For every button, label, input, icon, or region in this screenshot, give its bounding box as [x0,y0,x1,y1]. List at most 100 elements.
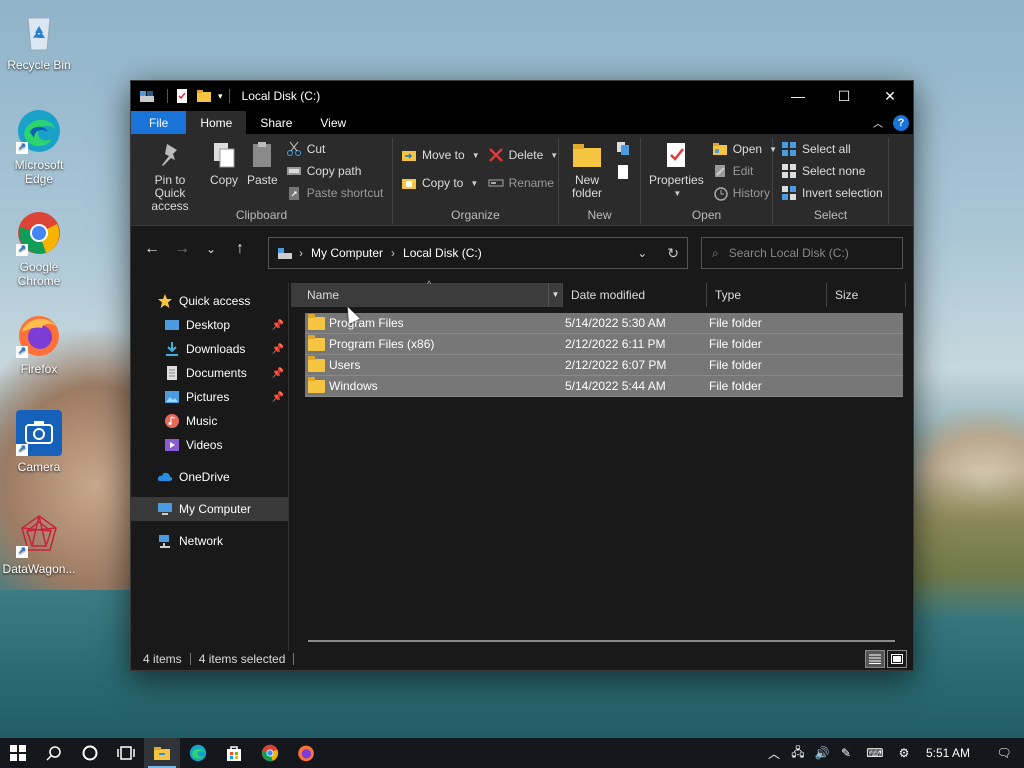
new-folder-button[interactable]: New folder [563,138,611,202]
paste-button[interactable]: Paste [243,138,282,189]
tab-home[interactable]: Home [186,111,247,134]
show-hidden-icons-chevron-icon[interactable]: ︿ [762,745,786,762]
nav-label: OneDrive [179,470,230,484]
select-none-button[interactable]: Select none [781,162,883,180]
large-icons-view-button[interactable] [887,650,907,668]
minimize-button[interactable]: — [775,81,821,111]
taskbar-file-explorer[interactable] [144,738,180,768]
details-view-button[interactable] [865,650,885,668]
table-row[interactable]: Users 2/12/2022 6:07 PM File folder [305,355,903,376]
volume-icon[interactable]: 🔊 [810,746,834,760]
copy-to-icon [401,175,417,191]
nav-onedrive[interactable]: OneDrive [131,465,288,489]
desktop-icon-edge[interactable]: ↗ Microsoft Edge [0,108,78,186]
rename-button[interactable]: Rename [488,174,559,192]
table-row[interactable]: Program Files 5/14/2022 5:30 AM File fol… [305,313,903,334]
desktop-icon-datawagon[interactable]: ↗ DataWagon... [0,512,78,576]
column-header-date[interactable]: Date modified [563,283,707,307]
task-view-button[interactable] [108,738,144,768]
search-icon: ⌕ [712,245,719,260]
help-icon[interactable]: ? [893,114,909,131]
music-icon [164,413,180,429]
copy-to-button[interactable]: Copy to ▼ [401,174,480,192]
search-box[interactable]: ⌕ Search Local Disk (C:) [701,237,903,269]
refresh-icon[interactable]: ↻ [667,245,679,262]
table-row[interactable]: Windows 5/14/2022 5:44 AM File folder [305,376,903,397]
nav-downloads[interactable]: Downloads 📌 [131,337,288,361]
column-header-type[interactable]: Type [707,283,827,307]
breadcrumb-local-disk[interactable]: Local Disk (C:) [403,246,482,260]
desktop-icon-camera[interactable]: ↗ Camera [0,410,78,474]
document-icon [164,365,180,381]
edit-button[interactable]: Edit [712,162,777,180]
nav-quick-access[interactable]: Quick access [131,289,288,313]
properties-qat-icon[interactable] [174,88,190,104]
tab-share[interactable]: Share [246,111,306,134]
taskbar-store[interactable] [216,738,252,768]
nav-music[interactable]: Music [131,409,288,433]
tab-file[interactable]: File [131,111,187,134]
nav-my-computer[interactable]: My Computer [131,497,288,521]
taskbar-firefox[interactable] [288,738,324,768]
invert-selection-button[interactable]: Invert selection [781,184,883,202]
nav-pictures[interactable]: Pictures 📌 [131,385,288,409]
paste-shortcut-button[interactable]: Paste shortcut [286,184,383,202]
nav-desktop[interactable]: Desktop 📌 [131,313,288,337]
keyboard-icon[interactable]: ⌨ [858,746,892,760]
horizontal-scrollbar[interactable] [308,640,895,642]
qat-dropdown-icon[interactable]: ▾ [218,91,223,102]
move-to-button[interactable]: Move to ▼ [401,146,480,164]
address-dropdown-icon[interactable]: ⌄ [637,246,647,260]
taskbar-edge[interactable] [180,738,216,768]
delete-button[interactable]: Delete ▼ [488,146,558,164]
group-select: Select all Select none Invert selection … [773,138,889,224]
copy-button[interactable]: Copy [205,138,243,189]
up-button[interactable]: ↑ [225,240,255,258]
group-label-new: New [587,208,612,222]
recent-locations-button[interactable]: ⌄ [197,242,225,256]
search-button[interactable] [36,738,72,768]
collapse-ribbon-icon[interactable]: ︿ [873,115,883,130]
column-header-size[interactable]: Size [827,283,906,307]
desktop-icon-firefox[interactable]: ↗ Firefox [0,312,78,376]
properties-button[interactable]: Properties ▼ [645,138,708,202]
network-tray-icon[interactable]: 🖧 [786,743,810,764]
drive-icon [277,245,293,261]
navigation-pane: Quick access Desktop 📌 Downloads 📌 Docum… [131,283,289,651]
forward-button[interactable]: → [167,240,197,258]
camera-icon: ↗ [16,410,62,456]
new-item-icon[interactable] [615,140,631,156]
start-button[interactable] [0,738,36,768]
cortana-button[interactable] [72,738,108,768]
settings-gear-icon[interactable]: ⚙ [892,746,916,760]
back-button[interactable]: ← [137,240,167,258]
easy-access-icon[interactable] [615,164,631,180]
notification-icon[interactable]: 🗨 [984,746,1024,760]
history-button[interactable]: History [712,184,777,202]
cut-button[interactable]: Cut [286,140,384,158]
new-folder-qat-icon[interactable] [196,88,212,104]
maximize-button[interactable]: ☐ [821,81,867,111]
open-button[interactable]: Open ▼ [712,140,777,158]
nav-videos[interactable]: Videos [131,433,288,457]
status-item-count: 4 items [143,652,182,666]
pen-icon[interactable]: ✎ [834,746,858,760]
nav-network[interactable]: Network [131,529,288,553]
column-header-name[interactable]: Name ^ ▼ [291,279,563,307]
tab-view[interactable]: View [306,111,360,134]
column-dropdown-icon[interactable]: ▼ [548,283,562,307]
ribbon: Pin to Quick access Copy Paste Cut Copy … [131,134,913,226]
table-row[interactable]: Program Files (x86) 2/12/2022 6:11 PM Fi… [305,334,903,355]
desktop-icon-chrome[interactable]: ↗ Google Chrome [0,210,78,288]
desktop-icon-recycle-bin[interactable]: Recycle Bin [0,8,78,72]
address-bar[interactable]: › My Computer › Local Disk (C:) ⌄ ↻ [268,237,688,269]
taskbar-chrome[interactable] [252,738,288,768]
close-button[interactable]: ✕ [867,81,913,111]
copy-path-button[interactable]: Copy path [286,162,384,180]
select-all-button[interactable]: Select all [781,140,883,158]
clock[interactable]: 5:51 AM [916,746,984,760]
nav-documents[interactable]: Documents 📌 [131,361,288,385]
breadcrumb-my-computer[interactable]: My Computer [311,246,383,260]
file-date: 5/14/2022 5:30 AM [565,316,666,330]
pin-quick-access-button[interactable]: Pin to Quick access [135,138,205,215]
